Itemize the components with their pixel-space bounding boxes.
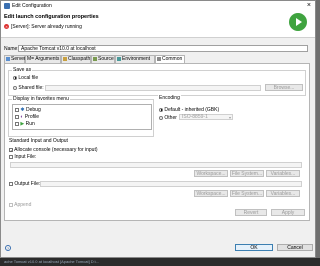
edit-configuration-dialog: Edit Configuration × Edit launch configu…: [0, 0, 316, 258]
tab-arguments[interactable]: M= Arguments: [25, 55, 61, 63]
window-title: Edit Configuration: [12, 3, 52, 9]
encoding-select[interactable]: ISO-8859-1 ▾: [179, 114, 233, 120]
apply-button[interactable]: Apply: [271, 209, 305, 216]
input-workspace-button[interactable]: Workspace...: [194, 170, 228, 177]
profile-icon: ◐: [20, 114, 24, 120]
encoding-other-option[interactable]: Other: [159, 115, 177, 121]
source-icon: [93, 56, 97, 61]
local-file-option[interactable]: Local file: [13, 75, 38, 81]
encoding-group: Encoding Default - inherited (GBK) Other…: [157, 95, 306, 137]
error-text: [Server]: Server already running: [11, 24, 82, 30]
tab-environment[interactable]: Environment: [115, 55, 155, 63]
tab-server[interactable]: Server: [4, 55, 26, 63]
std-io-group: Standard Input and Output ✓ Allocate con…: [8, 138, 306, 218]
header-title: Edit launch configuration properties: [4, 14, 99, 20]
save-as-label: Save as: [12, 67, 33, 73]
output-variables-button[interactable]: Variables...: [266, 190, 300, 197]
ok-button[interactable]: OK: [235, 244, 273, 251]
background-console: ache Tomcat v10.0 at localhost [Apache T…: [0, 258, 320, 266]
profile-checkbox[interactable]: [15, 114, 19, 119]
dialog-header: Edit launch configuration properties × [S…: [1, 11, 315, 38]
common-icon: [157, 56, 161, 61]
close-icon[interactable]: ×: [307, 2, 311, 9]
run-checkbox[interactable]: [15, 121, 19, 126]
encoding-default-option[interactable]: Default - inherited (GBK): [159, 107, 219, 113]
app-icon: [4, 3, 10, 9]
input-file-option[interactable]: Input File:: [9, 154, 36, 160]
shared-file-option[interactable]: Shared file:: [13, 85, 44, 91]
environment-icon: [117, 56, 121, 61]
shared-file-radio[interactable]: [13, 85, 17, 90]
chevron-down-icon: ▾: [228, 115, 231, 120]
help-icon[interactable]: ?: [5, 245, 11, 251]
allocate-console-option[interactable]: ✓ Allocate console (necessary for input): [9, 147, 98, 153]
favorites-label: Display in favorites menu: [12, 96, 70, 102]
append-checkbox[interactable]: [9, 202, 13, 207]
shared-file-input[interactable]: [45, 85, 261, 91]
append-option[interactable]: Append: [9, 202, 31, 208]
input-variables-button[interactable]: Variables...: [266, 170, 300, 177]
favorites-list: ✱ Debug ◐ Profile ▶ Run: [12, 104, 152, 130]
debug-checkbox[interactable]: [15, 107, 19, 112]
server-icon: [6, 56, 10, 61]
input-file-system-button[interactable]: File System...: [230, 170, 264, 177]
output-file-checkbox[interactable]: [9, 181, 13, 186]
encoding-label: Encoding: [158, 95, 181, 101]
allocate-console-checkbox[interactable]: ✓: [9, 147, 13, 152]
output-file-field[interactable]: [40, 181, 302, 187]
std-io-label: Standard Input and Output: [8, 138, 69, 144]
browse-button[interactable]: Browse...: [265, 84, 303, 91]
encoding-default-radio[interactable]: [159, 107, 163, 112]
local-file-radio[interactable]: [13, 75, 17, 80]
revert-button[interactable]: Revert: [235, 209, 267, 216]
tab-classpath[interactable]: Classpath: [61, 55, 91, 63]
run-icon: [289, 13, 307, 31]
run-small-icon: ▶: [20, 121, 25, 127]
background-console-text: ache Tomcat v10.0 at localhost [Apache T…: [4, 259, 100, 264]
error-message: × [Server]: Server already running: [4, 24, 82, 30]
cancel-button[interactable]: Cancel: [277, 244, 313, 251]
output-file-option[interactable]: Output File:: [9, 181, 40, 187]
save-as-group: Save as Local file Shared file: Browse..…: [8, 67, 306, 96]
favorite-run[interactable]: ▶ Run: [15, 121, 35, 127]
name-label: Name:: [4, 46, 19, 52]
output-file-system-button[interactable]: File System...: [230, 190, 264, 197]
favorites-group: Display in favorites menu ✱ Debug ◐ Prof…: [8, 96, 154, 137]
debug-icon: ✱: [20, 107, 25, 113]
favorite-profile[interactable]: ◐ Profile: [15, 114, 39, 120]
favorite-debug[interactable]: ✱ Debug: [15, 107, 41, 113]
error-icon: ×: [4, 24, 9, 30]
common-tab-panel: Save as Local file Shared file: Browse..…: [4, 63, 310, 221]
input-file-field[interactable]: [10, 162, 302, 168]
input-file-checkbox[interactable]: [9, 154, 13, 159]
tab-source[interactable]: Source: [91, 55, 115, 63]
title-bar: Edit Configuration ×: [1, 1, 315, 11]
classpath-icon: [63, 56, 67, 61]
name-input[interactable]: Apache Tomcat v10.0 at localhost: [18, 45, 308, 52]
output-workspace-button[interactable]: Workspace...: [194, 190, 228, 197]
encoding-other-radio[interactable]: [159, 115, 163, 120]
